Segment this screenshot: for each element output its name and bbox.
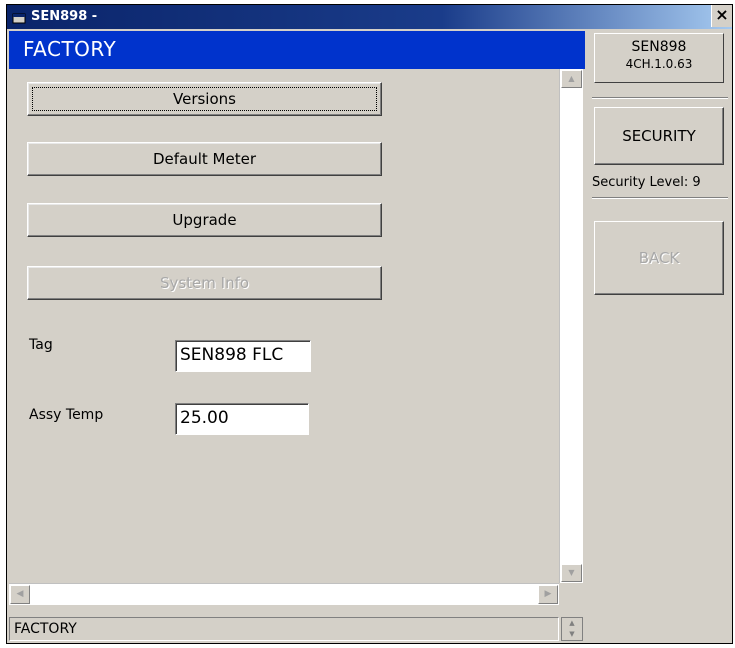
firmware-version: 4CH.1.0.63 [625,57,693,71]
upgrade-button-label: Upgrade [172,211,237,229]
app-window: SEN898 - × FACTORY Versions Default Mete… [6,4,733,644]
back-button-label: BACK [638,249,680,267]
spinner-up-icon[interactable]: ▲ [562,618,582,629]
model-name: SEN898 [631,39,687,55]
close-icon[interactable]: × [711,5,732,27]
system-info-button-label: System Info [159,274,250,292]
status-spinner[interactable]: ▲ ▼ [561,617,583,641]
status-text: FACTORY [14,621,77,637]
default-meter-button-label: Default Meter [152,150,257,168]
tag-field[interactable]: SEN898 FLC [175,340,311,372]
horizontal-scrollbar[interactable]: ◀ ▶ [9,583,559,605]
assy-temp-label: Assy Temp [29,407,104,423]
back-button: BACK [594,221,724,295]
security-level: Security Level: 9 [592,175,701,190]
content-area: Versions Default Meter Upgrade System In… [9,69,557,583]
focus-ring [32,87,377,111]
arrow-down-icon[interactable]: ▼ [561,564,582,582]
arrow-left-icon[interactable]: ◀ [10,585,30,604]
divider [592,197,728,199]
system-info-button: System Info [27,266,382,300]
versions-button[interactable]: Versions [27,82,382,116]
upgrade-button[interactable]: Upgrade [27,203,382,237]
spinner-down-icon[interactable]: ▼ [562,629,582,640]
title-bar[interactable]: SEN898 - × [7,5,732,29]
main-panel: FACTORY Versions Default Meter Upgrade S… [9,31,585,641]
status-bar: FACTORY [9,617,559,641]
page-header: FACTORY [9,31,585,69]
vertical-scrollbar[interactable]: ▲ ▼ [559,69,583,583]
page-title: FACTORY [23,37,117,61]
assy-temp-field[interactable]: 25.00 [175,403,309,435]
arrow-right-icon[interactable]: ▶ [538,585,558,604]
window-title: SEN898 - [31,9,98,24]
app-window-icon [12,10,26,24]
divider [592,97,728,99]
right-panel: SEN898 4CH.1.0.63 SECURITY Security Leve… [590,31,732,641]
default-meter-button[interactable]: Default Meter [27,142,382,176]
model-info: SEN898 4CH.1.0.63 [594,33,724,83]
security-button[interactable]: SECURITY [594,107,724,165]
tag-label: Tag [29,337,53,353]
arrow-up-icon[interactable]: ▲ [561,70,582,88]
security-button-label: SECURITY [622,127,696,145]
